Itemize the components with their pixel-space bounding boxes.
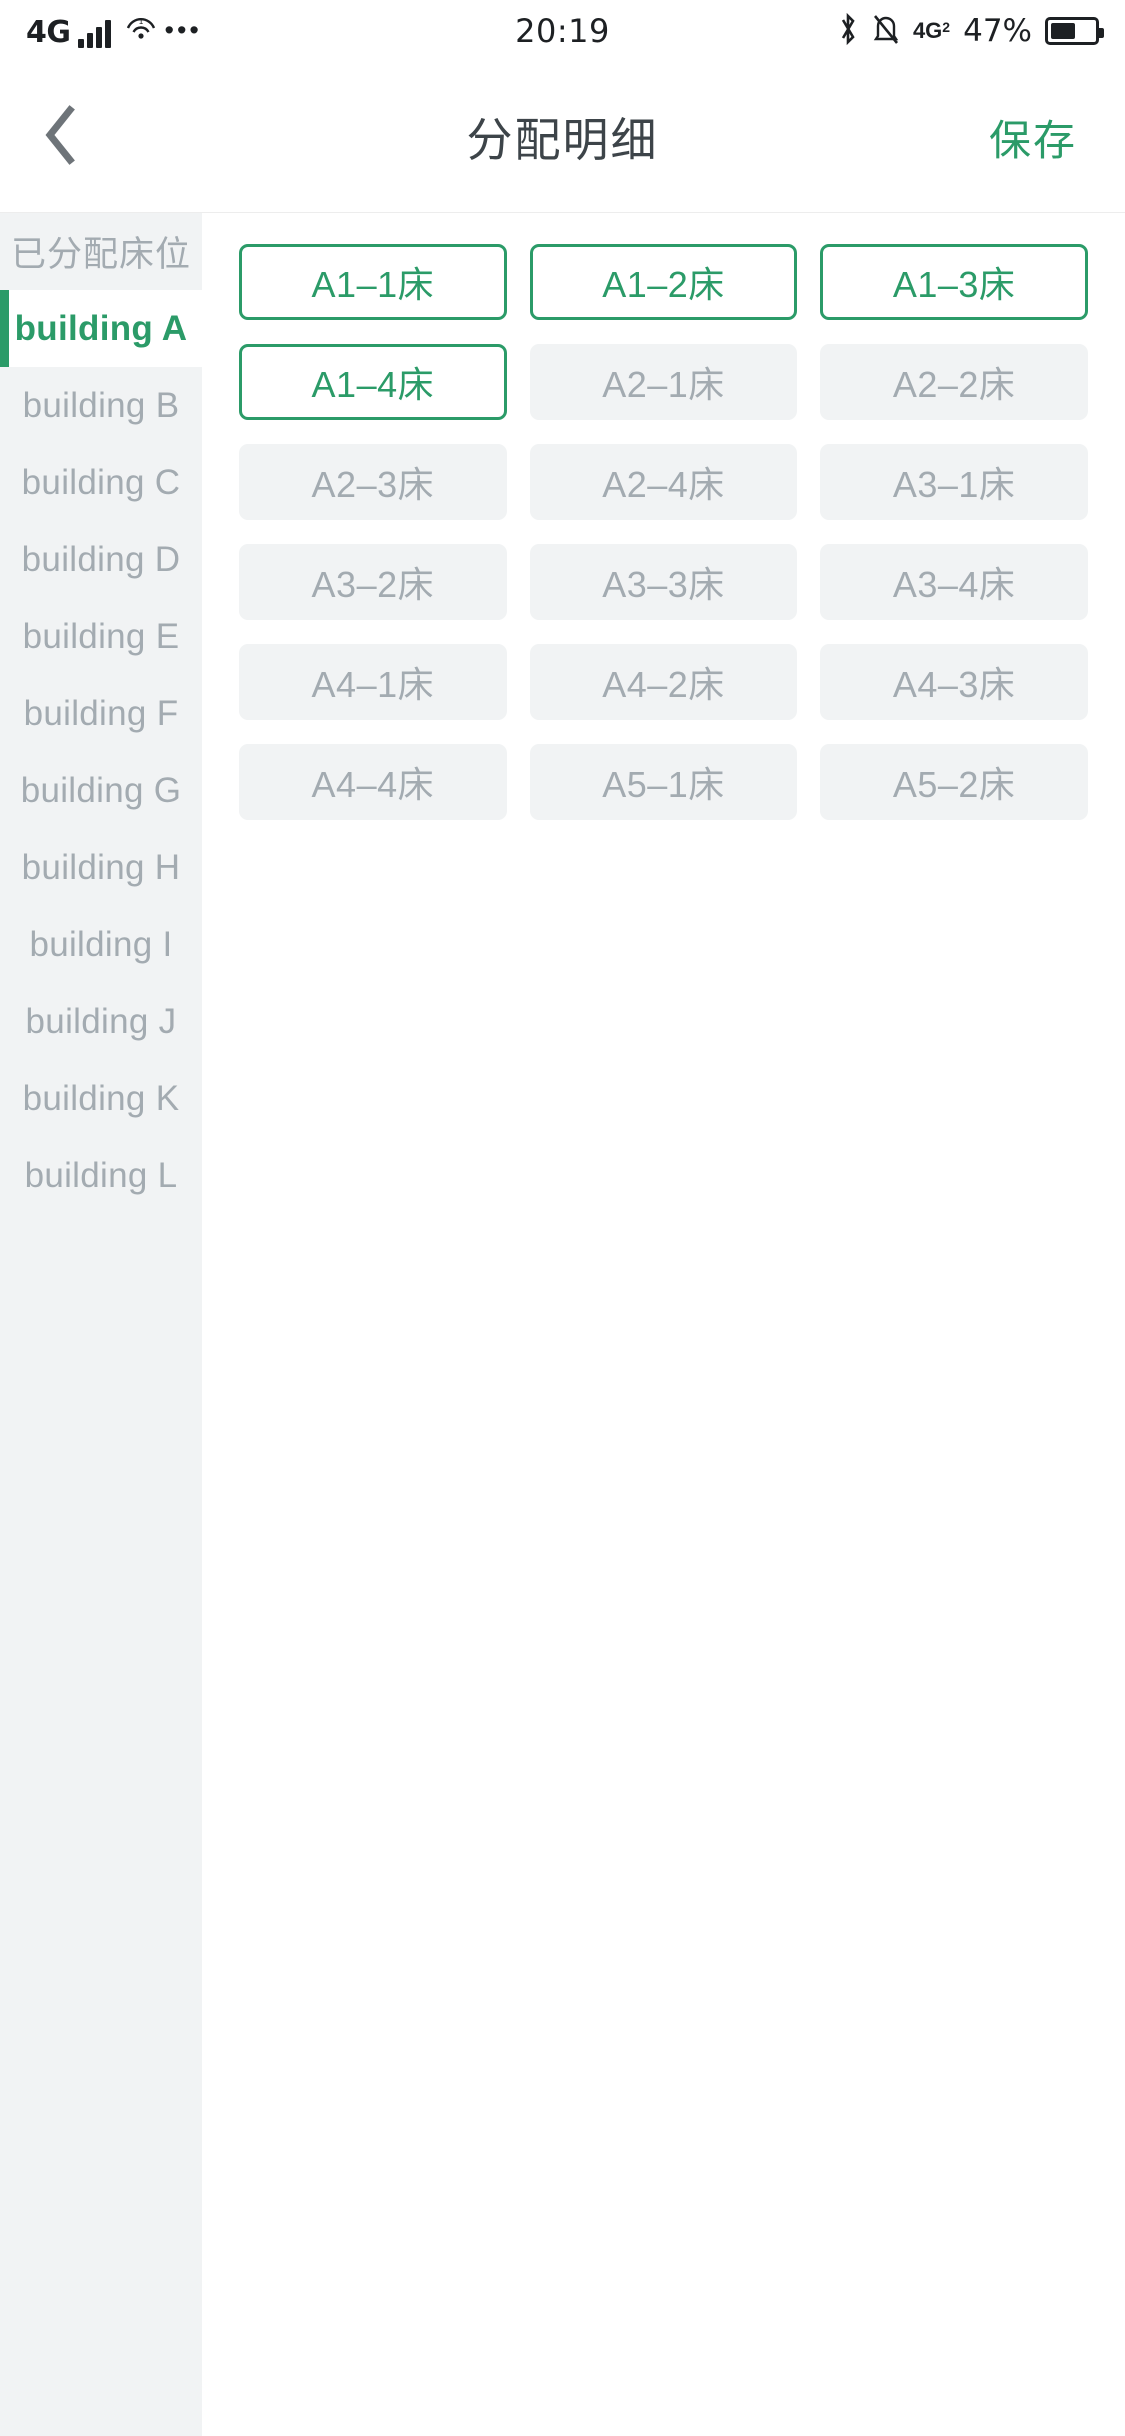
app-screen: 4G 1 ••• 20:19 4G 2 47% 分配明细 保存 已分配床位 bu… — [0, 0, 1125, 2436]
sidebar-item-building-l[interactable]: building L — [0, 1137, 202, 1214]
clock-label: 20:19 — [515, 12, 610, 50]
battery-percent-label: 47% — [963, 13, 1032, 49]
bluetooth-icon — [837, 12, 859, 51]
sidebar-item-label: building D — [21, 539, 181, 579]
save-button[interactable]: 保存 — [989, 107, 1077, 168]
bed-card[interactable]: A2–4床 — [529, 444, 798, 520]
nav-bar: 分配明细 保存 — [0, 62, 1125, 213]
bed-card[interactable]: A5–2床 — [820, 744, 1088, 820]
bed-card[interactable]: A5–1床 — [529, 744, 798, 820]
bed-card-label: A2–4床 — [602, 464, 725, 505]
bed-card[interactable]: A3–3床 — [529, 544, 798, 620]
back-button[interactable] — [0, 62, 120, 212]
sidebar-item-building-d[interactable]: building D — [0, 521, 202, 598]
sidebar-item-label: 已分配床位 — [10, 235, 191, 274]
sidebar-item-building-g[interactable]: building G — [0, 752, 202, 829]
signal-bars-icon — [77, 19, 111, 48]
network-type-label: 4G — [26, 14, 71, 50]
bed-card-label: A3–1床 — [892, 464, 1016, 505]
bed-card-label: A5–1床 — [602, 764, 725, 805]
sidebar-item-label: building I — [29, 924, 173, 964]
bed-card[interactable]: A4–2床 — [529, 644, 798, 720]
svg-text:1: 1 — [138, 17, 143, 26]
bed-card-label: A4–1床 — [311, 664, 435, 705]
second-sim-icon: 4G 2 — [912, 18, 951, 43]
sidebar-item-label: building B — [22, 385, 180, 425]
bed-card[interactable]: A2–3床 — [239, 444, 507, 520]
bed-card[interactable]: A1–3床 — [820, 244, 1088, 320]
bed-card-label: A3–3床 — [602, 564, 725, 605]
bed-card[interactable]: A3–2床 — [239, 544, 507, 620]
sidebar-item-label: building J — [25, 1001, 177, 1041]
sidebar-item-label: building F — [23, 693, 179, 733]
sidebar-item-building-k[interactable]: building K — [0, 1060, 202, 1137]
bed-card[interactable]: A4–4床 — [239, 744, 507, 820]
bed-card[interactable]: A4–3床 — [820, 644, 1088, 720]
bed-card-label: A1–2床 — [602, 264, 725, 305]
bed-card-label: A5–2床 — [892, 764, 1016, 805]
bed-grid: A1–1床 A1–2床 A1–3床 A1–4床 A2–1床 A2–2床 A2–3床 A2–4床… — [239, 244, 1088, 820]
bed-panel: A1–1床 A1–2床 A1–3床 A1–4床 A2–1床 A2–2床 A2–3床 A2–4床… — [202, 213, 1125, 2436]
bed-card[interactable]: A1–1床 — [239, 244, 507, 320]
content-area: 已分配床位 building A building B building C build… — [0, 213, 1125, 2436]
bed-card-label: A2–1床 — [602, 364, 725, 405]
bed-card-label: A1–3床 — [892, 264, 1016, 305]
sidebar-item-building-f[interactable]: building F — [0, 675, 202, 752]
bed-card[interactable]: A1–4床 — [239, 344, 507, 420]
sidebar-item-label: building A — [14, 308, 188, 348]
bed-card-label: A4–3床 — [892, 664, 1016, 705]
sidebar-item-building-j[interactable]: building J — [0, 983, 202, 1060]
sidebar-item-label: building E — [22, 616, 180, 656]
sidebar-item-building-a[interactable]: building A — [0, 290, 202, 367]
bed-card-label: A2–2床 — [892, 364, 1016, 405]
bed-card-label: A1–4床 — [311, 364, 435, 405]
bed-card[interactable]: A2–2床 — [820, 344, 1088, 420]
bed-card-label: A4–2床 — [602, 664, 725, 705]
bed-card[interactable]: A3–1床 — [820, 444, 1088, 520]
sidebar-item-building-i[interactable]: building I — [0, 906, 202, 983]
status-bar-right: 4G 2 47% — [837, 12, 1104, 51]
sidebar-item-building-e[interactable]: building E — [0, 598, 202, 675]
sidebar-item-building-h[interactable]: building H — [0, 829, 202, 906]
sidebar-item-building-c[interactable]: building C — [0, 444, 202, 521]
status-bar-left: 4G 1 ••• — [26, 15, 202, 48]
chevron-left-icon — [43, 104, 77, 170]
bed-card[interactable]: A4–1床 — [239, 644, 507, 720]
bed-card[interactable]: A1–2床 — [529, 244, 798, 320]
sidebar-item-已分配床位[interactable]: 已分配床位 — [0, 213, 202, 290]
bed-card[interactable]: A3–4床 — [820, 544, 1088, 620]
sidebar-item-label: building K — [22, 1078, 180, 1118]
sidebar-item-label: building H — [21, 847, 181, 887]
sidebar-item-label: building G — [20, 770, 182, 810]
wifi-icon: 1 — [124, 15, 158, 46]
sidebar-item-label: building L — [24, 1155, 178, 1195]
sidebar-item-label: building C — [21, 462, 181, 502]
bed-card-label: A4–4床 — [311, 764, 435, 805]
page-title: 分配明细 — [466, 114, 659, 166]
building-sidebar[interactable]: 已分配床位 building A building B building C build… — [0, 213, 202, 2436]
status-bar: 4G 1 ••• 20:19 4G 2 47% — [0, 0, 1125, 62]
bed-card-label: A2–3床 — [311, 464, 435, 505]
battery-icon — [1045, 17, 1104, 45]
bed-card-label: A3–2床 — [311, 564, 435, 605]
mute-bell-icon — [872, 12, 900, 51]
bed-card-label: A1–1床 — [311, 264, 435, 305]
bed-card-label: A3–4床 — [892, 564, 1016, 605]
more-dots-icon: ••• — [164, 14, 202, 45]
sidebar-item-building-b[interactable]: building B — [0, 367, 202, 444]
bed-card[interactable]: A2–1床 — [529, 344, 798, 420]
